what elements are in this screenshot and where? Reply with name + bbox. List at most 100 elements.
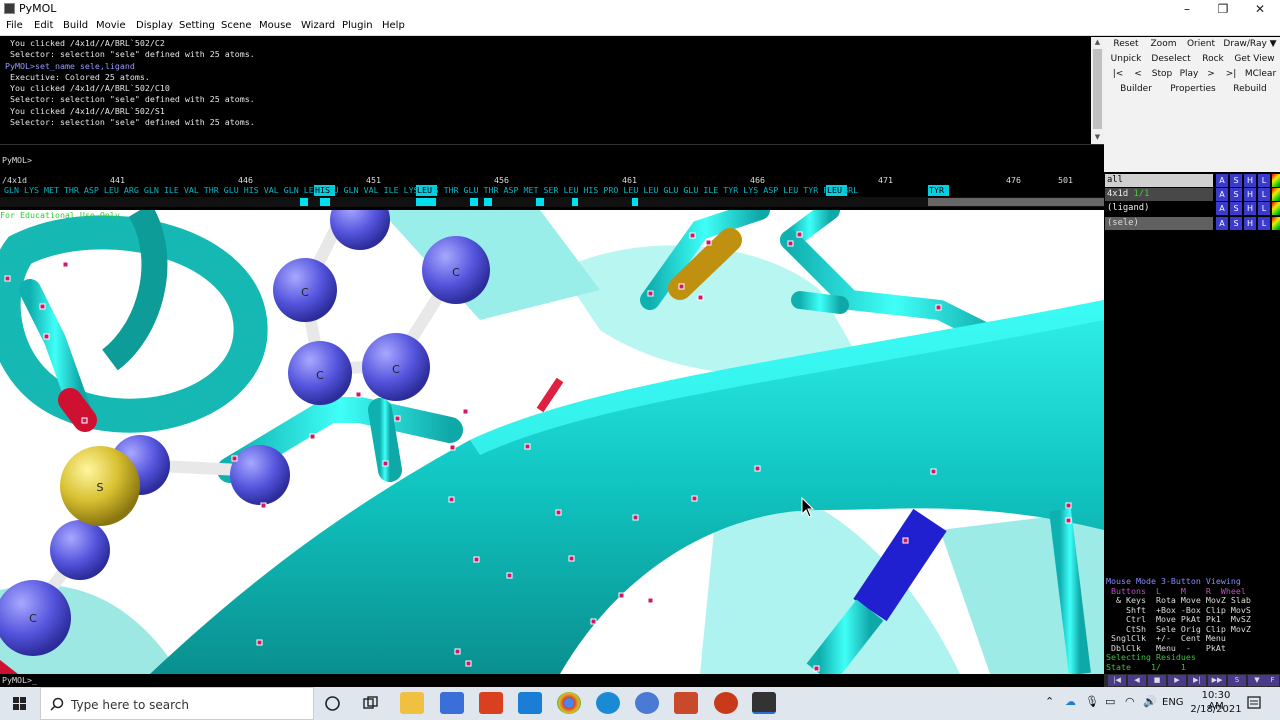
restore-button[interactable]: ❐ [1205,0,1241,18]
battery-icon[interactable]: ▭ [1105,695,1115,720]
label-button[interactable]: L [1257,174,1270,187]
chrome-icon[interactable] [557,692,581,714]
movie-next-frame-icon[interactable]: ▶| [1188,675,1206,686]
deselect-button[interactable]: Deselect [1147,52,1195,66]
highlighted-residue[interactable]: LEU [417,185,432,195]
cortana-icon[interactable] [324,695,341,712]
menu-movie[interactable]: Movie [96,20,126,31]
properties-button[interactable]: Properties [1164,82,1222,96]
office-icon[interactable] [479,692,503,714]
hide-button[interactable]: H [1243,202,1256,215]
stop-button[interactable]: Stop [1149,67,1175,81]
menu-plugin[interactable]: Plugin [342,20,373,31]
label-button[interactable]: L [1257,202,1270,215]
minimize-button[interactable]: – [1169,0,1205,18]
menu-scene[interactable]: Scene [221,20,252,31]
color-button[interactable] [1271,174,1280,187]
taskbar-date[interactable]: 2/18/2021 [1190,704,1242,720]
windows-start-button[interactable] [0,687,40,720]
menu-file[interactable]: File [6,20,23,31]
scroll-up-icon[interactable]: ▲ [1093,38,1102,46]
movie-prev-frame-icon[interactable]: ◀ [1128,675,1146,686]
play-button[interactable]: Play [1177,67,1201,81]
powerpoint-icon[interactable] [714,692,738,714]
action-button[interactable]: A [1215,188,1228,201]
orient-button[interactable]: Orient [1182,37,1220,51]
end-button[interactable]: >| [1221,67,1241,81]
label-button[interactable]: L [1257,217,1270,230]
mail-icon[interactable] [518,692,542,714]
back-button[interactable]: < [1129,67,1147,81]
rebuild-button[interactable]: Rebuild [1226,82,1274,96]
sequence-scroll-thumb[interactable] [928,198,1104,206]
highlighted-residue[interactable]: HIS [315,185,330,195]
draw-ray-button[interactable]: Draw/Ray ▼ [1222,37,1278,51]
show-button[interactable]: S [1229,217,1242,230]
store-icon[interactable] [440,692,464,714]
show-button[interactable]: S [1229,202,1242,215]
carbon-atom[interactable] [50,520,110,580]
color-button[interactable] [1271,217,1280,230]
carbon-atom[interactable] [230,445,290,505]
microphone-icon[interactable]: 🎙 [1085,695,1099,720]
object-row-4x1d[interactable]: 4x1d 1/1 [1105,188,1213,201]
scroll-thumb[interactable] [1093,49,1102,129]
sequence-viewer[interactable]: /4x1d 441 446 451 456 461 466 471 476 50… [0,172,1104,210]
volume-icon[interactable]: 🔊 [1143,695,1157,720]
task-view-icon[interactable] [362,695,379,712]
object-row-sele[interactable]: (sele) [1105,217,1213,230]
reset-button[interactable]: Reset [1107,37,1145,51]
menu-edit[interactable]: Edit [34,20,53,31]
menu-display[interactable]: Display [136,20,173,31]
movie-scene-icon[interactable]: S [1228,675,1246,686]
molecular-viewport-3d[interactable]: C C C C S C [0,210,1104,674]
language-indicator[interactable]: ENG [1162,697,1184,720]
pymol-taskbar-icon[interactable] [752,692,776,714]
scroll-down-icon[interactable]: ▼ [1093,133,1102,141]
movie-stop-icon[interactable]: ■ [1148,675,1166,686]
close-button[interactable]: ✕ [1242,0,1278,18]
menu-wizard[interactable]: Wizard [301,20,335,31]
taskbar-search-box[interactable]: Type here to search [40,687,314,720]
rewind-button[interactable]: |< [1109,67,1127,81]
object-row-ligand[interactable]: (ligand) [1105,202,1213,215]
action-button[interactable]: A [1215,202,1228,215]
menu-build[interactable]: Build [63,20,88,31]
molecule-render[interactable]: C C C C S C [0,210,1104,674]
menu-help[interactable]: Help [382,20,405,31]
sequence-scrollbar[interactable] [0,197,1104,207]
builder-button[interactable]: Builder [1112,82,1160,96]
browser-icon[interactable] [635,692,659,714]
hide-button[interactable]: H [1243,217,1256,230]
file-explorer-icon[interactable] [400,692,424,714]
zoom-button[interactable]: Zoom [1147,37,1180,51]
highlighted-residue[interactable]: LEU [827,185,842,195]
label-button[interactable]: L [1257,188,1270,201]
object-row-all[interactable]: all [1105,174,1213,187]
hide-button[interactable]: H [1243,174,1256,187]
menu-setting[interactable]: Setting [179,20,215,31]
bottom-prompt-text[interactable]: PyMOL>_ [2,675,37,685]
wifi-icon[interactable]: ◠ [1125,695,1135,720]
color-button[interactable] [1271,188,1280,201]
tray-chevron-icon[interactable]: ⌃ [1045,695,1054,720]
movie-play-icon[interactable]: ▶ [1168,675,1186,686]
command-input[interactable] [38,149,1098,169]
highlighted-residue[interactable]: TYR [929,185,944,195]
show-button[interactable]: S [1229,188,1242,201]
movie-menu-icon[interactable]: ▼ [1248,675,1266,686]
console-scrollbar[interactable]: ▲ ▼ [1091,37,1104,144]
movie-first-frame-icon[interactable]: |◀ [1108,675,1126,686]
media-app-icon[interactable] [674,692,698,714]
full-screen-icon[interactable]: F [1266,675,1279,686]
onedrive-icon[interactable]: ☁ [1065,695,1076,720]
action-button[interactable]: A [1215,174,1228,187]
unpick-button[interactable]: Unpick [1107,52,1145,66]
bottom-command-line[interactable]: PyMOL>_ [0,674,1104,687]
action-button[interactable]: A [1215,217,1228,230]
mouse-mode-panel[interactable]: Mouse Mode 3-Button Viewing Buttons L M … [1104,576,1280,674]
edge-icon[interactable] [596,692,620,714]
color-button[interactable] [1271,202,1280,215]
menu-mouse[interactable]: Mouse [259,20,291,31]
forward-button[interactable]: > [1203,67,1219,81]
